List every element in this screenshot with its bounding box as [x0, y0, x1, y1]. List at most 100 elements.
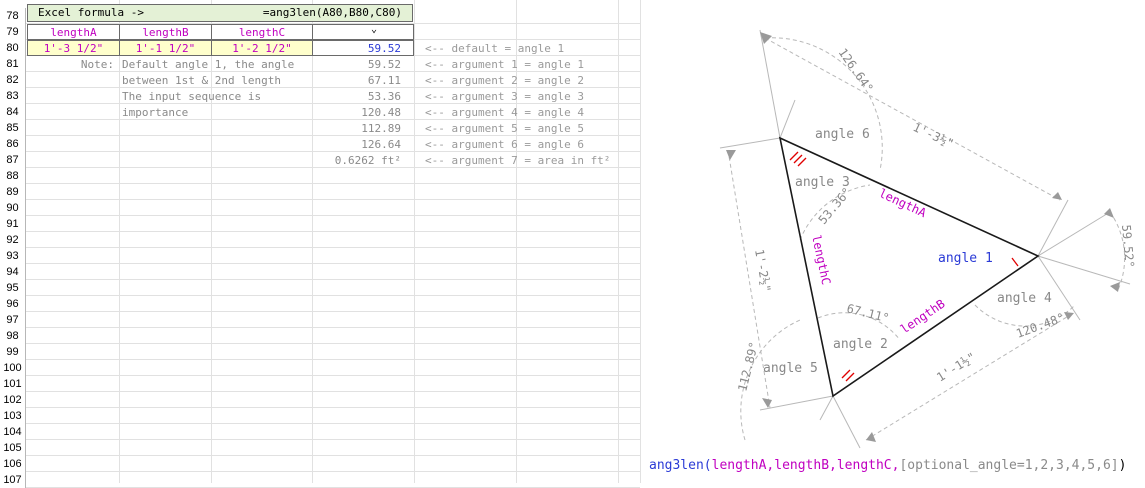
header-lengthA[interactable]: lengthA [27, 24, 120, 40]
row-number[interactable]: 99 [0, 344, 26, 360]
grid-row-line [0, 391, 640, 392]
row-number[interactable]: 105 [0, 440, 26, 456]
value-cell[interactable]: 53.36 [313, 89, 401, 105]
row-number[interactable]: 90 [0, 200, 26, 216]
triangle-diagram: angle 6 angle 3 angle 1 angle 4 angle 2 … [719, 29, 1137, 449]
row-number[interactable]: 92 [0, 232, 26, 248]
grid-row-line [0, 407, 640, 408]
angle-5-label: angle 5 [763, 361, 818, 376]
formula-title-text: =ang3len(A80,B80,C80) [262, 6, 402, 19]
function-name: ang3len( [649, 458, 712, 473]
row-number[interactable]: 80 [0, 40, 26, 56]
arrowhead [726, 150, 736, 160]
comment-cell: <-- argument 4 = angle 4 [425, 106, 584, 119]
tick-mark [789, 151, 799, 161]
tick-mark [1011, 257, 1019, 267]
angle-4-value: 120.48° [1014, 310, 1066, 340]
grid-row-line [0, 343, 640, 344]
angle-2-label: angle 2 [833, 337, 888, 352]
grid-row-line [0, 311, 640, 312]
row-number[interactable]: 97 [0, 312, 26, 328]
row-number[interactable]: 96 [0, 296, 26, 312]
function-optional-arg: [optional_angle=1,2,3,4,5,6] [899, 458, 1119, 473]
grid-row-line [0, 231, 640, 232]
lengthA-label: lengthA [877, 186, 929, 220]
input-lengthC[interactable]: 1'-2 1/2" [211, 40, 313, 56]
note-line: Default angle 1, the angle [122, 58, 295, 71]
grid-row-line [0, 263, 640, 264]
row-number[interactable]: 101 [0, 376, 26, 392]
arrowhead [762, 398, 772, 408]
header-lengthB[interactable]: lengthB [119, 24, 212, 40]
row-number[interactable]: 82 [0, 72, 26, 88]
function-args: lengthA,lengthB,lengthC, [711, 458, 900, 473]
row-number[interactable]: 83 [0, 88, 26, 104]
value-cell[interactable]: 126.64 [313, 137, 401, 153]
grid-row-line [0, 375, 640, 376]
angle-3-value: 53.36° [816, 185, 855, 227]
row-number[interactable]: 104 [0, 424, 26, 440]
angle-2-value: 67.11° [845, 301, 890, 325]
dropdown-cell[interactable]: ⌄ [312, 24, 414, 40]
chevron-down-icon[interactable]: ⌄ [371, 25, 377, 38]
dim-lengthA: 1'-3½" [911, 120, 956, 151]
formula-title-cell[interactable]: Excel formula -> =ang3len(A80,B80,C80) [27, 4, 413, 22]
value-cell[interactable]: 67.11 [313, 73, 401, 89]
row-number[interactable]: 79 [0, 24, 26, 40]
grid-row-line [0, 247, 640, 248]
comment-cell: <-- default = angle 1 [425, 42, 565, 55]
grid-row-line [0, 199, 640, 200]
comment-cell: <-- argument 7 = area in ft² [425, 154, 611, 167]
row-number[interactable]: 94 [0, 264, 26, 280]
row-number[interactable]: 85 [0, 120, 26, 136]
lengthB-label: lengthB [898, 297, 948, 337]
row-number[interactable]: 100 [0, 360, 26, 376]
grid-row-line [0, 215, 640, 216]
function-signature: ang3len(lengthA,lengthB,lengthC,[optiona… [649, 458, 1126, 473]
row-number[interactable]: 86 [0, 136, 26, 152]
extension-line [719, 137, 781, 149]
row-number[interactable]: 87 [0, 152, 26, 168]
row-number[interactable]: 98 [0, 328, 26, 344]
row-number[interactable]: 103 [0, 408, 26, 424]
value-cell[interactable]: 0.6262 ft² [313, 153, 401, 169]
row-number[interactable]: 95 [0, 280, 26, 296]
grid-row-line [0, 455, 640, 456]
row-number[interactable]: 93 [0, 248, 26, 264]
angle-5-value: 112.89° [735, 340, 761, 392]
value-cell[interactable]: 59.52 [313, 57, 401, 73]
angle-1-value: 59.52° [1119, 224, 1137, 268]
grid-row-line [0, 279, 640, 280]
comment-cell: <-- argument 3 = angle 3 [425, 90, 584, 103]
formula-title-label: Excel formula -> [38, 6, 144, 19]
comment-cell: <-- argument 6 = angle 6 [425, 138, 584, 151]
extension-line [759, 395, 834, 411]
extension-line [759, 29, 781, 139]
input-lengthB[interactable]: 1'-1 1/2" [119, 40, 212, 56]
header-lengthC[interactable]: lengthC [211, 24, 313, 40]
arrowhead [1052, 192, 1062, 200]
result-default-cell[interactable]: 59.52 [312, 40, 414, 56]
grid-row-line [0, 439, 640, 440]
row-number[interactable]: 91 [0, 216, 26, 232]
tick-mark [797, 157, 807, 167]
value-cell[interactable]: 112.89 [313, 121, 401, 137]
grid-row-line [0, 423, 640, 424]
row-number[interactable]: 84 [0, 104, 26, 120]
tick-mark [841, 369, 851, 379]
comment-cell: <-- argument 2 = angle 2 [425, 74, 584, 87]
row-number[interactable]: 81 [0, 56, 26, 72]
angle-1-label: angle 1 [938, 251, 993, 266]
row-number[interactable]: 89 [0, 184, 26, 200]
row-number[interactable]: 78 [0, 8, 26, 24]
grid-col-line [414, 0, 415, 483]
row-number[interactable]: 102 [0, 392, 26, 408]
note-line: between 1st & 2nd length [122, 74, 281, 87]
value-cell[interactable]: 120.48 [313, 105, 401, 121]
row-number[interactable]: 107 [0, 472, 26, 488]
dim-lengthB: 1'-1½" [934, 350, 978, 385]
row-number[interactable]: 106 [0, 456, 26, 472]
dim-lengthC: 1'-2½" [752, 248, 773, 293]
input-lengthA[interactable]: 1'-3 1/2" [27, 40, 120, 56]
row-number[interactable]: 88 [0, 168, 26, 184]
